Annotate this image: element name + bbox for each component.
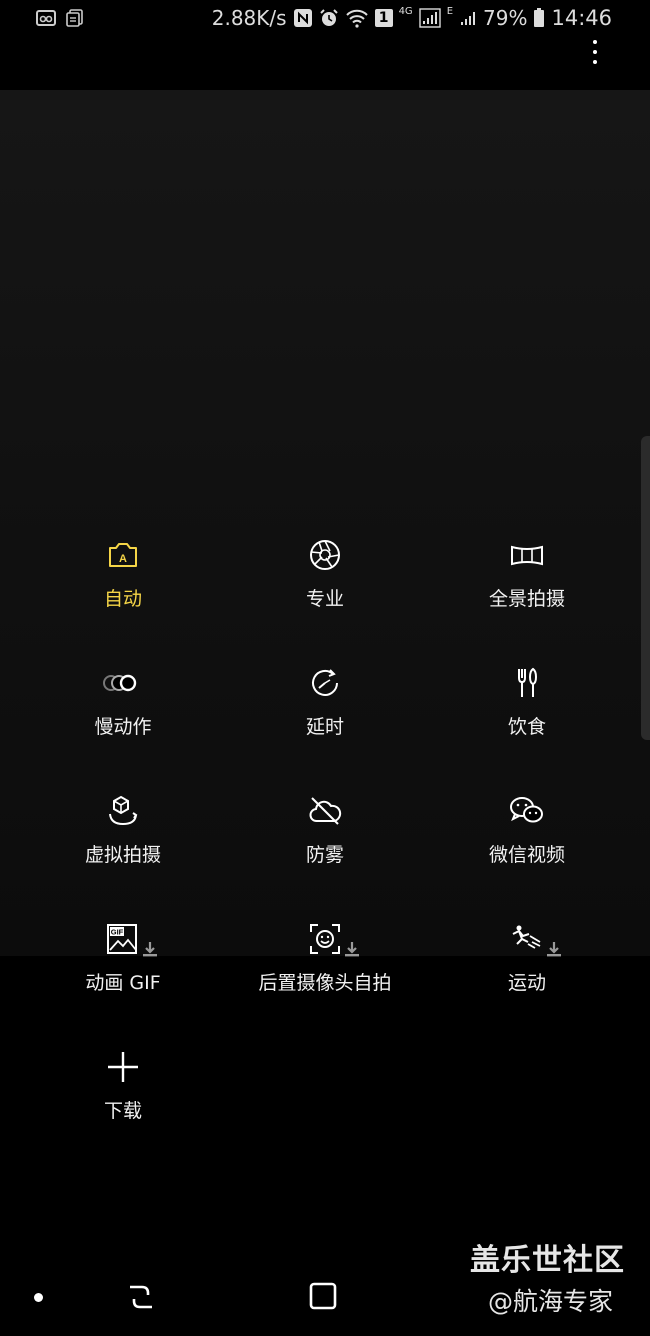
watermark-author: @航海专家 (488, 1287, 614, 1316)
nfc-icon (293, 8, 313, 28)
mode-virtual-shot[interactable]: 虚拟拍摄 (18, 794, 228, 904)
mode-auto[interactable]: A 自动 (18, 538, 228, 648)
mode-label: 下载 (103, 1100, 142, 1122)
network-speed: 2.88K/s (211, 6, 287, 30)
download-icon (344, 940, 360, 958)
recent-apps-icon[interactable] (126, 1283, 156, 1311)
mode-label: 自动 (103, 588, 142, 610)
nav-dot-icon[interactable] (34, 1293, 43, 1302)
sim-badge: 1 (374, 9, 393, 27)
voicemail-icon (36, 9, 56, 27)
mode-label: 微信视频 (488, 844, 565, 866)
mode-label: 动画 GIF (85, 972, 161, 994)
mode-label: 防雾 (305, 844, 344, 866)
battery-icon (533, 8, 545, 28)
mode-sports[interactable]: 运动 (422, 922, 632, 1032)
download-icon (546, 940, 562, 958)
mode-food[interactable]: 饮食 (422, 666, 632, 776)
mode-label: 慢动作 (94, 716, 152, 738)
plus-icon (106, 1050, 140, 1084)
mode-wechat[interactable]: 微信视频 (422, 794, 632, 904)
mode-label: 运动 (507, 972, 546, 994)
virtual-shot-icon (106, 794, 140, 828)
clock: 14:46 (551, 6, 612, 30)
mode-label: 后置摄像头自拍 (258, 972, 392, 994)
svg-text:A: A (119, 553, 127, 565)
mode-download[interactable]: 下载 (18, 1050, 228, 1160)
more-options-icon[interactable] (588, 38, 602, 66)
rear-selfie-icon (308, 922, 342, 956)
mode-rear-selfie[interactable]: 后置摄像头自拍 (220, 922, 430, 1032)
slow-motion-icon (103, 666, 140, 700)
aperture-icon (308, 538, 342, 572)
mode-label: 延时 (305, 716, 344, 738)
mode-label: 全景拍摄 (488, 588, 565, 610)
mode-anti-fog[interactable]: 防雾 (220, 794, 430, 904)
mode-pro[interactable]: 专业 (220, 538, 430, 648)
food-icon (510, 666, 544, 700)
mode-hyperlapse[interactable]: 延时 (220, 666, 430, 776)
hyperlapse-icon (308, 666, 342, 700)
wifi-icon (345, 8, 369, 28)
watermark-title: 盖乐世社区 (470, 1243, 625, 1278)
net-type-2: E (446, 6, 454, 17)
edge-panel-handle[interactable] (641, 436, 650, 740)
home-icon[interactable] (309, 1282, 337, 1310)
camera-auto-icon: A (106, 538, 140, 572)
panorama-icon (510, 538, 544, 572)
status-bar: 2.88K/s 1 4G E 79% 14:46 (0, 0, 650, 40)
mode-label: 饮食 (507, 716, 546, 738)
wechat-icon (510, 794, 544, 828)
gif-icon: GIF (106, 922, 140, 956)
download-icon (142, 940, 158, 958)
mode-gif[interactable]: GIF 动画 GIF (18, 922, 228, 1032)
document-icon (66, 9, 86, 27)
signal-icon-2 (459, 9, 477, 27)
svg-text:GIF: GIF (111, 928, 124, 937)
mode-slow-motion[interactable]: 慢动作 (18, 666, 228, 776)
mode-panorama[interactable]: 全景拍摄 (422, 538, 632, 648)
net-type-1: 4G (398, 6, 413, 17)
mode-label: 虚拟拍摄 (84, 844, 161, 866)
anti-fog-icon (308, 794, 342, 828)
sports-icon (510, 922, 544, 956)
alarm-icon (319, 8, 339, 28)
signal-icon (418, 8, 441, 28)
mode-label: 专业 (305, 588, 344, 610)
battery-level: 79% (483, 6, 528, 30)
